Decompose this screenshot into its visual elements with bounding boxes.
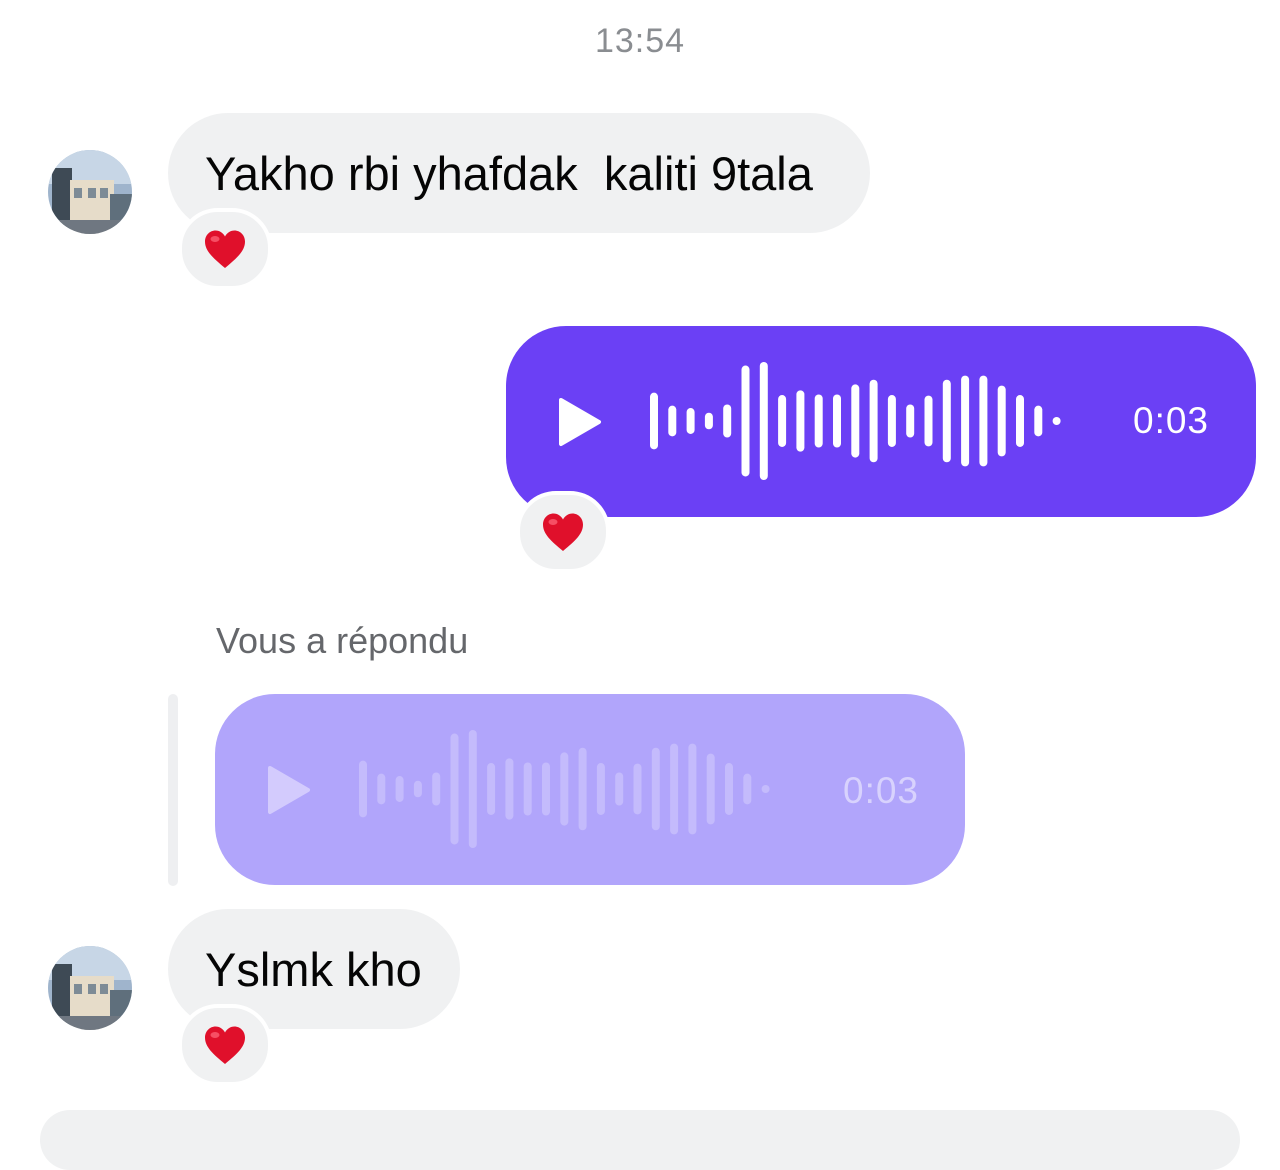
message-bubble-incoming[interactable]: Yakho rbi yhafdak kaliti 9tala <box>168 113 870 233</box>
waveform-bar <box>1016 395 1024 447</box>
waveform-bar <box>650 392 658 450</box>
waveform-bar <box>560 752 569 826</box>
waveform-bar <box>468 730 477 848</box>
waveform-bar <box>759 362 768 480</box>
heart-icon <box>205 230 245 268</box>
waveform-bar <box>942 379 951 463</box>
message-timestamp: 13:54 <box>594 22 686 60</box>
message-text: Yslmk kho <box>205 942 422 996</box>
waveform-bar <box>615 772 624 806</box>
waveform-bar <box>668 405 677 437</box>
waveform-bar <box>487 763 496 815</box>
waveform-bar <box>851 384 860 458</box>
reply-label: Vous a répondu <box>216 620 469 661</box>
waveform-bar <box>869 379 878 463</box>
reaction-badge[interactable] <box>178 1004 272 1086</box>
waveform-bar <box>523 762 532 816</box>
audio-waveform[interactable] <box>355 729 805 849</box>
waveform-bar <box>578 747 587 831</box>
waveform-bar <box>887 395 896 447</box>
waveform-bar <box>814 394 823 448</box>
reaction-badge[interactable] <box>516 491 610 573</box>
contact-avatar[interactable] <box>48 946 132 1030</box>
avatar-photo-icon <box>48 150 132 234</box>
quoted-voice-message[interactable]: 0:03 <box>215 694 965 885</box>
waveform-bar <box>725 763 733 815</box>
waveform-bar <box>542 762 550 816</box>
waveform-bar <box>633 763 642 815</box>
waveform-bar <box>377 773 386 805</box>
voice-message-outgoing[interactable]: 0:03 <box>506 326 1256 517</box>
audio-waveform[interactable] <box>646 361 1096 481</box>
waveform-end-dot <box>1052 417 1061 425</box>
waveform-bar <box>741 365 750 477</box>
waveform-bar <box>432 772 441 806</box>
waveform-bar <box>833 394 841 448</box>
avatar-photo-icon <box>48 946 132 1030</box>
heart-icon <box>205 1026 245 1064</box>
waveform-bar <box>450 733 459 845</box>
voice-duration: 0:03 <box>843 770 920 811</box>
waveform-bar <box>778 395 787 447</box>
play-icon[interactable] <box>558 397 602 447</box>
waveform-bar <box>706 753 715 825</box>
waveform-bar <box>670 743 679 835</box>
waveform-bar <box>413 780 422 798</box>
message-text: Yakho rbi yhafdak kaliti 9tala <box>205 146 813 200</box>
waveform-end-dot <box>761 785 770 793</box>
heart-icon <box>543 513 583 551</box>
play-icon[interactable] <box>267 765 311 815</box>
waveform-bar <box>596 763 605 815</box>
waveform-bar <box>979 375 988 467</box>
waveform-bar <box>1034 405 1043 437</box>
contact-avatar[interactable] <box>48 150 132 234</box>
waveform-bar <box>651 747 660 831</box>
waveform-bar <box>723 404 732 438</box>
waveform-bar <box>796 390 805 452</box>
waveform-bar <box>686 408 695 434</box>
reaction-badge[interactable] <box>178 208 272 290</box>
message-composer[interactable] <box>40 1110 1240 1170</box>
waveform-bar <box>395 776 404 802</box>
waveform-bar <box>359 760 367 818</box>
waveform-bar <box>961 375 970 467</box>
waveform-bar <box>743 773 752 805</box>
voice-duration: 0:03 <box>1133 400 1210 441</box>
waveform-bar <box>505 758 514 820</box>
waveform-bar <box>924 395 933 447</box>
reply-indicator-line <box>168 694 178 886</box>
waveform-bar <box>906 404 915 438</box>
waveform-bar <box>688 743 697 835</box>
waveform-bar <box>704 412 713 430</box>
waveform-bar <box>997 385 1006 457</box>
